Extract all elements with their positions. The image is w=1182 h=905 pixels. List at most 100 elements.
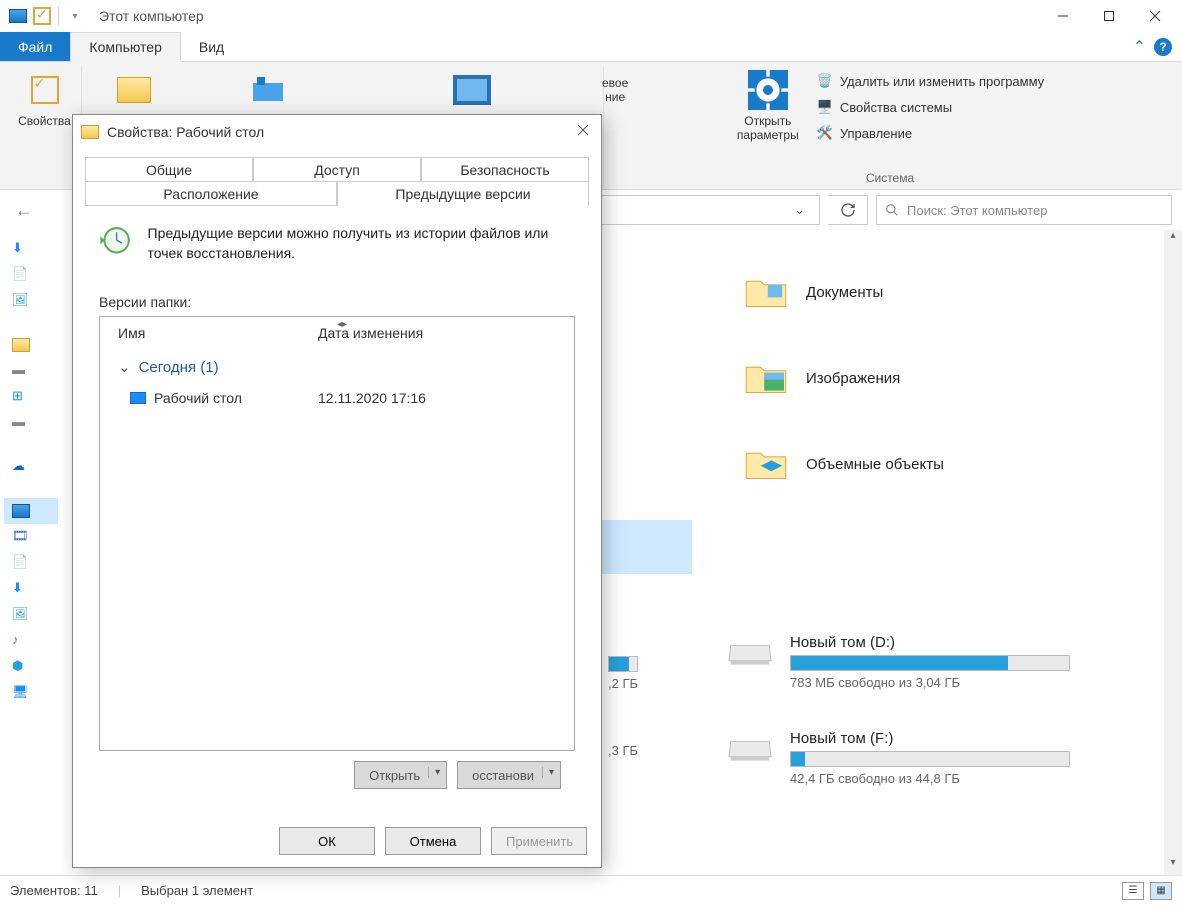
tab-file[interactable]: Файл (0, 32, 70, 61)
minimize-button[interactable] (1040, 0, 1086, 32)
tab-computer[interactable]: Компьютер (70, 32, 180, 62)
tree-folder[interactable] (4, 332, 58, 358)
status-selection: Выбран 1 элемент (141, 883, 253, 898)
uninstall-icon: 🗑️ (816, 72, 834, 90)
view-details-button[interactable]: ☰ (1122, 882, 1144, 900)
maximize-button[interactable] (1086, 0, 1132, 32)
ribbon-tabs: Файл Компьютер Вид ⌃ ? (0, 32, 1182, 62)
tree-thispc[interactable] (4, 498, 58, 524)
drive-icon (722, 730, 778, 772)
search-icon (885, 203, 899, 217)
tree-music[interactable]: ♪ (4, 628, 58, 654)
tab-general[interactable]: Общие (85, 157, 253, 182)
tree-downloads2[interactable]: ⬇ (4, 576, 58, 602)
tab-view[interactable]: Вид (181, 32, 242, 61)
help-icon[interactable]: ? (1154, 38, 1172, 56)
restore-version-button[interactable]: осстанови (457, 761, 561, 789)
tree-documents2[interactable]: 📄 (4, 550, 58, 576)
folder-3dobjects[interactable]: Объемные объекты (732, 436, 1182, 492)
dialog-body: Предыдущие версии можно получить из исто… (85, 205, 589, 809)
tab-access[interactable]: Доступ (253, 157, 421, 182)
versions-label: Версии папки: (99, 294, 575, 310)
folder-icon (738, 268, 794, 316)
selected-item-fragment[interactable] (602, 520, 692, 574)
management-icon: 🛠️ (816, 124, 834, 142)
tree-pictures[interactable]: 🖼 (4, 288, 58, 314)
nav-back-button[interactable]: ← (10, 196, 38, 224)
qat-properties-icon[interactable] (32, 6, 52, 26)
scroll-up-icon[interactable]: ▴ (1164, 230, 1182, 248)
ribbon-group-system-caption: Система (866, 169, 914, 187)
cancel-button[interactable]: Отмена (385, 827, 481, 855)
close-button[interactable] (1132, 0, 1178, 32)
folder-documents[interactable]: Документы (732, 264, 1182, 320)
folder-icon (738, 440, 794, 488)
tree-drive2[interactable]: ▬ (4, 410, 58, 436)
address-dropdown-icon[interactable]: ⌄ (794, 202, 805, 218)
qat-dropdown-icon[interactable]: ▾ (65, 6, 85, 26)
window-titlebar: ▾ Этот компьютер (0, 0, 1182, 32)
folder-icon (81, 125, 99, 139)
ribbon-management-button[interactable]: 🛠️ Управление (812, 122, 1048, 144)
drive-d-bar (790, 655, 1070, 671)
ribbon-open-params-button[interactable]: Открыть параметры (732, 66, 804, 169)
content-scrollbar[interactable]: ▴ ▾ (1164, 230, 1182, 875)
tree-videos[interactable]: 🎞 (4, 524, 58, 550)
ribbon-partial-label: евое ние (602, 76, 628, 104)
tree-desktop[interactable]: 🖥 (4, 680, 58, 706)
search-box[interactable]: Поиск: Этот компьютер (876, 195, 1172, 225)
ok-button[interactable]: ОК (279, 827, 375, 855)
apply-button[interactable]: Применить (491, 827, 587, 855)
dialog-close-button[interactable] (573, 119, 593, 145)
history-clock-icon (99, 224, 132, 266)
ribbon-open-params-label: Открыть параметры (737, 114, 799, 142)
column-resize-icon[interactable]: ◂▸ (337, 319, 347, 330)
drive-icon (722, 634, 778, 676)
tab-location[interactable]: Расположение (85, 181, 337, 206)
status-item-count: Элементов: 11 (10, 883, 98, 898)
scroll-down-icon[interactable]: ▾ (1164, 857, 1182, 875)
ribbon-properties-button[interactable]: Свойства (9, 66, 81, 128)
drive-f-bar (790, 751, 1070, 767)
drive-f[interactable]: Новый том (F:) 42,4 ГБ свободно из 44,8 … (716, 724, 1076, 792)
nav-tree[interactable]: ⬇ 📄 🖼 ▬ ⊞ ▬ ☁ 🎞 📄 ⬇ 🖼 ♪ ⬢ 🖥 (0, 230, 62, 875)
ribbon-properties-label: Свойства (18, 114, 71, 128)
status-bar: Элементов: 11 | Выбран 1 элемент ☰ ▦ (0, 875, 1182, 905)
versions-listbox[interactable]: Имя Дата изменения ◂▸ ⌄ Сегодня (1) Рабо… (99, 316, 575, 751)
tree-pictures2[interactable]: 🖼 (4, 602, 58, 628)
refresh-button[interactable] (828, 195, 868, 225)
tab-security[interactable]: Безопасность (421, 157, 589, 182)
drive-d[interactable]: Новый том (D:) 783 МБ свободно из 3,04 Г… (716, 628, 1076, 696)
open-version-button[interactable]: Открыть (354, 761, 447, 789)
folder-images[interactable]: Изображения (732, 350, 1182, 406)
tree-onedrive[interactable]: ☁ (4, 454, 58, 480)
pc-icon (8, 6, 28, 26)
chevron-down-icon: ⌄ (118, 358, 131, 376)
col-date[interactable]: Дата изменения (300, 317, 441, 349)
qat-separator (58, 7, 59, 25)
tree-drive1[interactable]: ▬ (4, 358, 58, 384)
version-group-today[interactable]: ⌄ Сегодня (1) (100, 350, 574, 384)
dialog-tabs: Общие Доступ Безопасность Расположение П… (73, 149, 601, 205)
folder-icon (738, 354, 794, 402)
ribbon-collapse-icon[interactable]: ⌃ (1133, 37, 1146, 57)
properties-dialog: Свойства: Рабочий стол Общие Доступ Безо… (72, 114, 602, 868)
version-item-date: 12.11.2020 17:16 (318, 390, 426, 406)
col-name[interactable]: Имя (100, 317, 300, 349)
tree-downloads[interactable]: ⬇ (4, 236, 58, 262)
dialog-description: Предыдущие версии можно получить из исто… (148, 224, 575, 263)
dialog-title: Свойства: Рабочий стол (107, 124, 264, 140)
dialog-titlebar[interactable]: Свойства: Рабочий стол (73, 115, 601, 149)
version-item[interactable]: Рабочий стол 12.11.2020 17:16 (100, 384, 574, 412)
systemprops-icon: 🖥️ (816, 98, 834, 116)
ribbon-systemprops-button[interactable]: 🖥️ Свойства системы (812, 96, 1048, 118)
desktop-icon (130, 392, 146, 404)
search-placeholder: Поиск: Этот компьютер (907, 203, 1047, 218)
tab-previous-versions[interactable]: Предыдущие версии (337, 181, 589, 206)
tree-3dobjects[interactable]: ⬢ (4, 654, 58, 680)
tree-documents[interactable]: 📄 (4, 262, 58, 288)
ribbon-uninstall-button[interactable]: 🗑️ Удалить или изменить программу (812, 70, 1048, 92)
nav-forward-button[interactable] (46, 196, 74, 224)
tree-apps[interactable]: ⊞ (4, 384, 58, 410)
view-icons-button[interactable]: ▦ (1150, 882, 1172, 900)
